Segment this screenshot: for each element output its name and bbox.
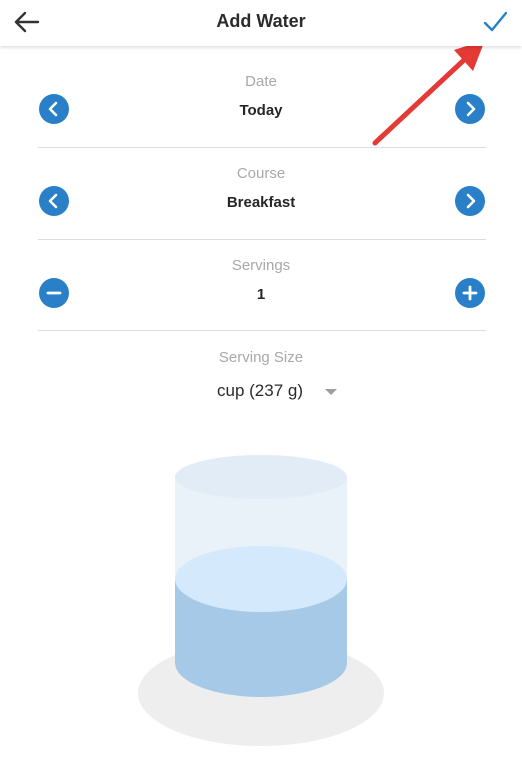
app-bar: Add Water (0, 0, 522, 46)
course-value: Breakfast (226, 194, 296, 211)
servings-increment-button[interactable] (455, 278, 485, 308)
chevron-right-icon (466, 193, 476, 209)
glass-rim (175, 455, 347, 499)
caret-down-icon[interactable] (324, 388, 338, 396)
date-label: Date (245, 73, 277, 90)
water-glass-illustration (138, 455, 384, 746)
date-next-button[interactable] (455, 94, 485, 124)
servings-stepper: Servings 1 (0, 254, 522, 332)
water-surface (175, 546, 347, 612)
course-selector: Course Breakfast (0, 162, 522, 240)
divider (38, 239, 486, 240)
servings-value: 1 (256, 286, 266, 303)
save-button[interactable] (480, 8, 510, 36)
chevron-left-icon (48, 193, 58, 209)
chevron-right-icon (466, 101, 476, 117)
course-label: Course (236, 165, 286, 182)
servings-label: Servings (231, 257, 291, 274)
plus-icon (462, 285, 478, 301)
divider (38, 147, 486, 148)
chevron-left-icon (48, 101, 58, 117)
minus-icon (46, 291, 62, 295)
course-next-button[interactable] (455, 186, 485, 216)
page-title: Add Water (216, 11, 306, 31)
date-value: Today (239, 102, 283, 119)
date-selector: Date Today (0, 70, 522, 148)
checkmark-icon (483, 11, 508, 32)
servings-decrement-button[interactable] (39, 278, 69, 308)
serving-size-selector: Serving Size cup (237 g) (0, 346, 522, 416)
divider (38, 330, 486, 331)
serving-size-label: Serving Size (218, 349, 304, 366)
course-previous-button[interactable] (39, 186, 69, 216)
date-previous-button[interactable] (39, 94, 69, 124)
